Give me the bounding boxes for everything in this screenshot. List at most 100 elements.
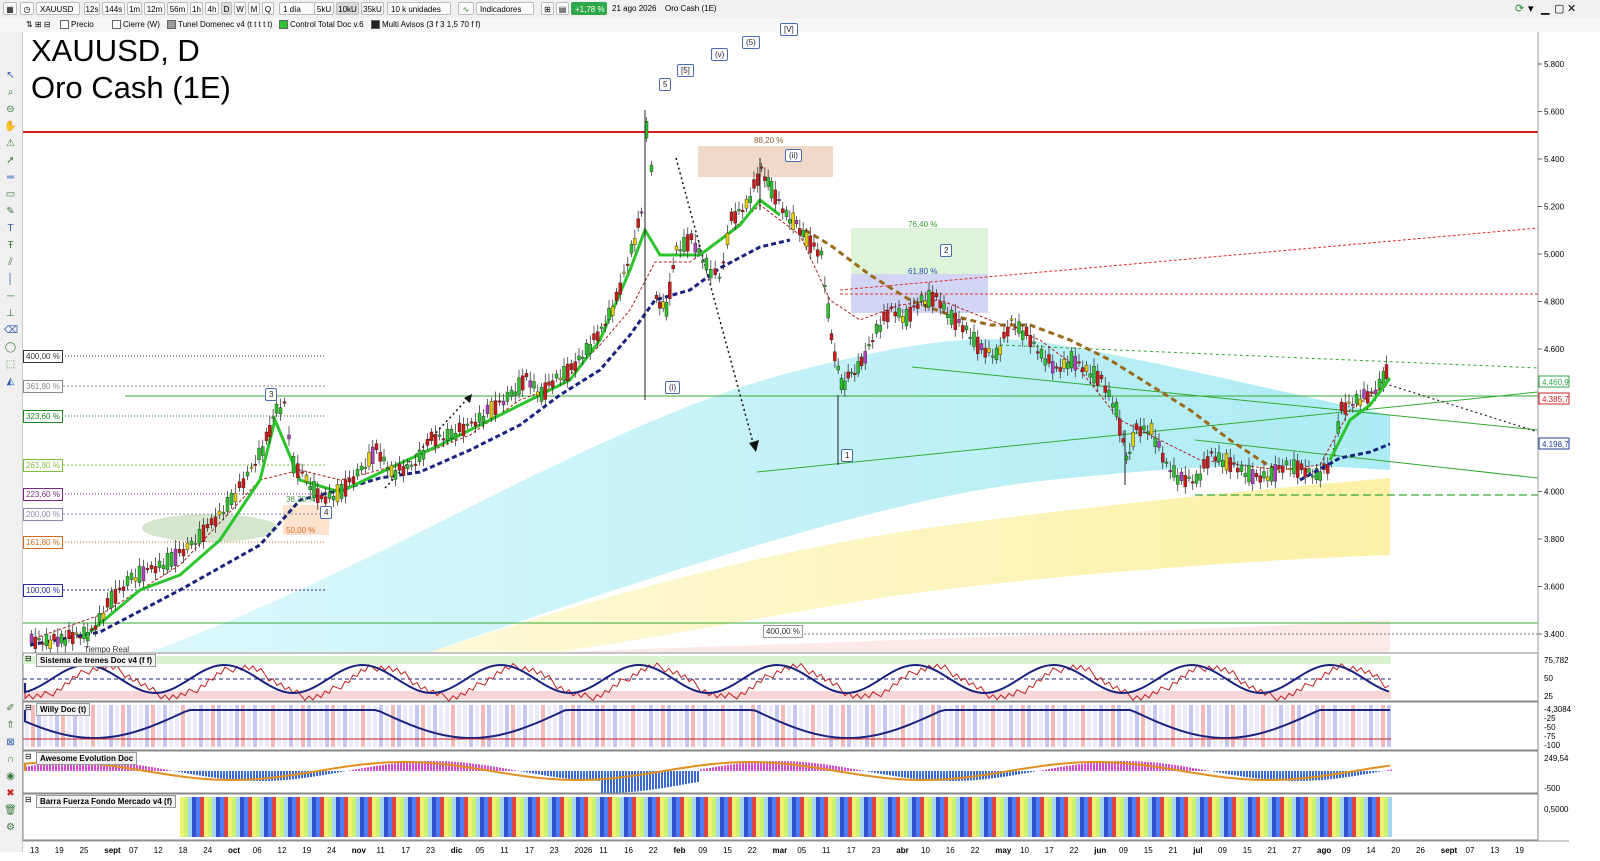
chart-annotation: 400,00 % [763,625,803,638]
date-tick-label: 21 [1168,846,1178,855]
chart-title-symbol: XAUUSD, D [31,33,200,68]
indicator-panel[interactable] [22,652,1539,702]
fib-label: 261,80 % [23,459,63,472]
indicator-panel[interactable] [22,793,1539,841]
date-tick-label: 07 [129,846,138,855]
panel-value: 0,5000 [1544,805,1569,814]
date-tick-label: 24 [203,846,213,855]
price-chart[interactable]: 5.8005.6005.4005.2005.0004.8004.6004.400… [0,0,1600,861]
panel-title[interactable]: Willy Doc (t) [36,703,91,716]
panel-title[interactable]: Awesome Evolution Doc [36,752,138,765]
panel-value: 249,54 [1544,754,1569,763]
wave-label[interactable]: 3 [265,388,278,401]
date-tick-label: 22 [648,846,658,855]
fib-label: 100,00 % [23,584,63,597]
fib-label: 323,60 % [23,410,63,423]
date-tick-label: abr [896,846,909,855]
wave-label[interactable]: (i) [665,381,681,394]
chart-annotation: 88,20 % [754,136,784,145]
panel-value: 25 [1544,692,1553,701]
date-tick-label: oct [228,846,240,855]
date-tick-label: 22 [1069,846,1079,855]
date-tick-label: 13 [1490,846,1500,855]
date-tick-label: 17 [401,846,411,855]
panel-title[interactable]: Sistema de trenes Doc v4 (f f) [36,654,157,667]
date-tick-label: jun [1094,846,1107,855]
fib-label: 361,80 % [23,380,63,393]
date-tick-label: 19 [302,846,312,855]
wave-label[interactable]: (5) [742,36,760,49]
date-tick-label: 19 [54,846,64,855]
price-tick-label: 4.000 [1544,488,1565,497]
chart-title: XAUUSD, D Oro Cash (1E) [31,32,231,106]
wave-label[interactable]: 4 [320,506,333,519]
date-tick-label: 13 [30,846,39,855]
wave-label[interactable]: 5 [659,78,672,91]
price-badge-text: 4.198,7 [1542,440,1569,449]
price-tick-label: 5.800 [1544,60,1565,69]
date-tick-label: 15 [723,846,732,855]
panel-collapse-icon[interactable]: ⊟ [25,654,32,663]
price-tick-label: 5.400 [1544,155,1565,164]
date-tick-label: mar [772,846,788,855]
price-tick-label: 3.600 [1544,583,1565,592]
date-tick-label: 15 [1143,846,1153,855]
price-axis[interactable] [1538,32,1569,652]
price-badge: 4.385,7 [1538,392,1570,405]
date-tick-label: 06 [252,846,262,855]
panel-collapse-icon[interactable]: ⊟ [25,703,32,712]
indicator-panel[interactable] [22,701,1539,751]
date-tick-label: 15 [1242,846,1252,855]
panel-title[interactable]: Barra Fuerza Fondo Mercado v4 (f) [36,795,177,808]
price-tick-label: 4.800 [1544,298,1565,307]
fib-label: 161,80 % [23,536,63,549]
date-tick-label: 11 [599,846,608,855]
date-tick-label: 25 [79,846,89,855]
date-tick-label: 09 [698,846,708,855]
date-tick-label: 14 [1366,846,1376,855]
price-tick-label: 4.600 [1544,345,1565,354]
projection-ellipse [142,514,278,542]
date-tick-label: nov [351,846,366,855]
date-tick-label: 10 [1020,846,1029,855]
date-tick-label: 11 [500,846,509,855]
wave-label[interactable]: 2 [940,244,953,257]
price-tick-label: 3.400 [1544,630,1565,639]
panel-value: -100 [1544,741,1561,750]
price-tick-label: 3.800 [1544,535,1565,544]
wave-label[interactable]: (v) [711,48,729,61]
date-tick-label: 22 [970,846,980,855]
wave-label[interactable]: (ii) [785,149,802,162]
price-badge: 4.198,7 [1538,437,1570,450]
date-tick-label: sept [104,846,121,855]
fib-box-88 [698,146,833,177]
date-tick-label: 09 [1218,846,1227,855]
price-tick-label: 5.200 [1544,203,1565,212]
fib-label: 400,00 % [23,350,63,363]
wave-label[interactable]: [V] [780,23,798,36]
wave-label[interactable]: 1 [841,449,854,462]
date-tick-label: 16 [945,846,955,855]
wave-label[interactable]: [5] [677,64,694,77]
price-tick-label: 5.000 [1544,250,1565,259]
panel-value: -500 [1544,784,1561,793]
date-tick-label: jul [1193,846,1203,855]
chart-annotation: 61,80 % [908,267,938,276]
panel-collapse-icon[interactable]: ⊟ [25,752,32,761]
indicator-panels [22,652,1539,841]
indicator-panel[interactable] [22,750,1539,794]
price-badge-text: 4.385,7 [1542,395,1569,404]
date-tick-label: 27 [1292,846,1302,855]
date-tick-label: may [995,846,1012,855]
date-tick-label: dic [450,846,463,855]
chart-annotation: 38,20 % [286,495,316,504]
panel-collapse-icon[interactable]: ⊟ [25,795,32,804]
date-tick-label: sept [1440,846,1458,855]
date-tick-label: 05 [797,846,807,855]
date-tick-label: 05 [475,846,485,855]
panel-value: 50 [1544,674,1553,683]
date-tick-label: 17 [525,846,534,855]
date-tick-label: 09 [1341,846,1351,855]
date-tick-label: 10 [921,846,930,855]
date-tick-label: feb [673,846,686,855]
